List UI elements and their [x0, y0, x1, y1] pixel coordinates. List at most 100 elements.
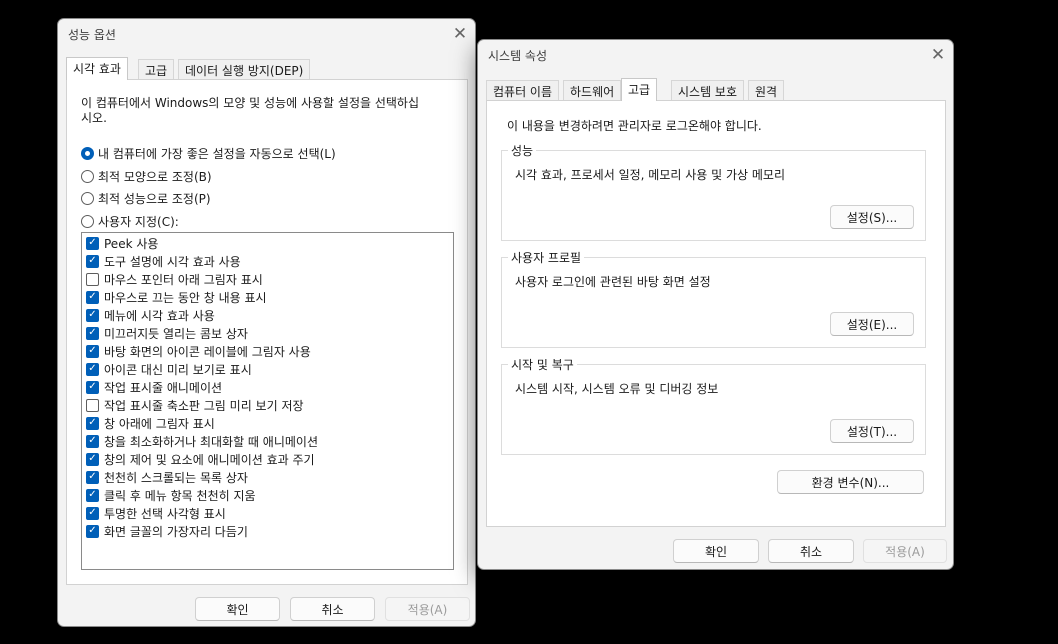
close-icon[interactable]: ✕ — [447, 21, 473, 47]
effect-checkbox[interactable]: ✓ — [86, 326, 99, 340]
user-profile-settings-button[interactable]: 설정(E)... — [830, 312, 914, 336]
effect-checkbox[interactable]: ✓ — [86, 488, 99, 502]
user-profile-group-label: 사용자 프로필 — [508, 249, 585, 266]
effect-label: 창 아래에 그림자 표시 — [104, 416, 215, 431]
effect-checkbox[interactable]: ✓ — [86, 416, 99, 430]
effect-label: Peek 사용 — [104, 236, 159, 251]
effect-label: 미끄러지듯 열리는 콤보 상자 — [104, 326, 248, 341]
effect-checkbox[interactable] — [86, 398, 99, 412]
effect-checkbox[interactable]: ✓ — [86, 434, 99, 448]
perf-titlebar: 성능 옵션 ✕ — [58, 19, 475, 49]
effect-checkbox[interactable]: ✓ — [86, 506, 99, 520]
radio-best-appearance[interactable]: 최적 모양으로 조정(B) — [81, 168, 212, 185]
radio-best-performance[interactable]: 최적 성능으로 조정(P) — [81, 190, 211, 207]
radio-indicator[interactable] — [81, 192, 94, 205]
effect-checkbox[interactable]: ✓ — [86, 236, 99, 250]
perf-intro-line2: 시오. — [81, 111, 107, 125]
radio-indicator[interactable] — [81, 147, 94, 160]
startup-recovery-group-label: 시작 및 복구 — [508, 356, 577, 373]
performance-group-label: 성능 — [508, 142, 537, 159]
startup-recovery-desc: 시스템 시작, 시스템 오류 및 디버깅 정보 — [515, 382, 719, 396]
effect-list-item[interactable]: ✓ 투명한 선택 사각형 표시 — [86, 504, 226, 522]
tab-system-protection[interactable]: 시스템 보호 — [671, 80, 745, 100]
performance-desc: 시각 효과, 프로세서 일정, 메모리 사용 및 가상 메모리 — [515, 168, 785, 182]
tab-hardware[interactable]: 하드웨어 — [563, 80, 622, 100]
effect-list-item[interactable]: 마우스 포인터 아래 그림자 표시 — [86, 270, 263, 288]
tab-visual-effects[interactable]: 시각 효과 — [66, 57, 128, 80]
effect-checkbox[interactable]: ✓ — [86, 380, 99, 394]
radio-indicator[interactable] — [81, 170, 94, 183]
effect-label: 아이콘 대신 미리 보기로 표시 — [104, 362, 252, 377]
effect-checkbox[interactable]: ✓ — [86, 308, 99, 322]
effect-label: 작업 표시줄 축소판 그림 미리 보기 저장 — [104, 398, 304, 413]
startup-recovery-settings-button[interactable]: 설정(T)... — [830, 419, 914, 443]
effect-checkbox[interactable]: ✓ — [86, 290, 99, 304]
perf-ok-button[interactable]: 확인 — [195, 597, 280, 621]
effect-list-item[interactable]: ✓ 화면 글꼴의 가장자리 다듬기 — [86, 522, 248, 540]
check-icon: ✓ — [88, 309, 97, 320]
effect-list-item[interactable]: ✓ 클릭 후 메뉴 항목 천천히 지움 — [86, 486, 256, 504]
check-icon: ✓ — [88, 525, 97, 536]
effect-checkbox[interactable]: ✓ — [86, 362, 99, 376]
radio-auto-best[interactable]: 내 컴퓨터에 가장 좋은 설정을 자동으로 선택(L) — [81, 145, 336, 162]
effect-list-item[interactable]: ✓ 메뉴에 시각 효과 사용 — [86, 306, 215, 324]
effect-list-item[interactable]: ✓ 마우스로 끄는 동안 창 내용 표시 — [86, 288, 267, 306]
perf-visual-effects-panel: 이 컴퓨터에서 Windows의 모양 및 성능에 사용할 설정을 선택하십 시… — [66, 79, 468, 585]
effect-label: 바탕 화면의 아이콘 레이블에 그림자 사용 — [104, 344, 311, 359]
effect-checkbox[interactable]: ✓ — [86, 524, 99, 538]
tab-advanced[interactable]: 고급 — [621, 78, 658, 101]
perf-window-title: 성능 옵션 — [68, 28, 116, 42]
effect-list-item[interactable]: ✓ 창 아래에 그림자 표시 — [86, 414, 215, 432]
effect-label: 투명한 선택 사각형 표시 — [104, 506, 226, 521]
effect-list-item[interactable]: ✓ 미끄러지듯 열리는 콤보 상자 — [86, 324, 248, 342]
effect-label: 메뉴에 시각 효과 사용 — [104, 308, 215, 323]
radio-custom[interactable]: 사용자 지정(C): — [81, 213, 179, 230]
effect-checkbox[interactable]: ✓ — [86, 254, 99, 268]
effect-checkbox[interactable] — [86, 272, 99, 286]
tab-remote[interactable]: 원격 — [748, 80, 785, 100]
effect-list-item[interactable]: ✓ 천천히 스크롤되는 목록 상자 — [86, 468, 248, 486]
radio-label: 내 컴퓨터에 가장 좋은 설정을 자동으로 선택(L) — [98, 147, 336, 161]
tab-computer-name[interactable]: 컴퓨터 이름 — [486, 80, 560, 100]
check-icon: ✓ — [88, 363, 97, 374]
effect-label: 창의 제어 및 요소에 애니메이션 효과 주기 — [104, 452, 315, 467]
effect-list-item[interactable]: ✓ Peek 사용 — [86, 234, 158, 252]
user-profile-group: 사용자 프로필 사용자 로그인에 관련된 바탕 화면 설정 설정(E)... — [501, 249, 926, 348]
admin-note: 이 내용을 변경하려면 관리자로 로그온해야 합니다. — [507, 119, 762, 133]
radio-label: 최적 모양으로 조정(B) — [98, 170, 212, 184]
effect-label: 마우스 포인터 아래 그림자 표시 — [104, 272, 263, 287]
effect-list-item[interactable]: ✓ 도구 설명에 시각 효과 사용 — [86, 252, 241, 270]
check-icon: ✓ — [88, 381, 97, 392]
effect-checkbox[interactable]: ✓ — [86, 344, 99, 358]
tab-advanced[interactable]: 고급 — [138, 59, 175, 79]
visual-effects-list[interactable]: ✓ Peek 사용 ✓ 도구 설명에 시각 효과 사용마우스 포인터 아래 그림자 표… — [81, 232, 454, 570]
effect-checkbox[interactable]: ✓ — [86, 470, 99, 484]
effect-list-item[interactable]: ✓ 바탕 화면의 아이콘 레이블에 그림자 사용 — [86, 342, 311, 360]
effect-checkbox[interactable]: ✓ — [86, 452, 99, 466]
sys-cancel-button[interactable]: 취소 — [768, 539, 854, 563]
sys-apply-button[interactable]: 적용(A) — [863, 539, 947, 563]
check-icon: ✓ — [88, 345, 97, 356]
perf-apply-button[interactable]: 적용(A) — [385, 597, 470, 621]
effect-label: 작업 표시줄 애니메이션 — [104, 380, 223, 395]
sys-tabs: 컴퓨터 이름 하드웨어 고급 시스템 보호 원격 — [486, 78, 946, 101]
effect-list-item[interactable]: ✓ 작업 표시줄 애니메이션 — [86, 378, 222, 396]
effect-list-item[interactable]: ✓ 창을 최소화하거나 최대화할 때 애니메이션 — [86, 432, 318, 450]
performance-settings-button[interactable]: 설정(S)... — [830, 205, 914, 229]
check-icon: ✓ — [88, 237, 97, 248]
close-icon[interactable]: ✕ — [925, 42, 951, 68]
effect-list-item[interactable]: 작업 표시줄 축소판 그림 미리 보기 저장 — [86, 396, 304, 414]
radio-indicator[interactable] — [81, 215, 94, 228]
sys-ok-button[interactable]: 확인 — [673, 539, 759, 563]
check-icon: ✓ — [88, 255, 97, 266]
effect-label: 창을 최소화하거나 최대화할 때 애니메이션 — [104, 434, 318, 449]
performance-options-window: 성능 옵션 ✕ 시각 효과 고급 데이터 실행 방지(DEP) 이 컴퓨터에서 … — [57, 18, 476, 627]
environment-variables-button[interactable]: 환경 변수(N)... — [777, 470, 924, 494]
system-properties-window: 시스템 속성 ✕ 컴퓨터 이름 하드웨어 고급 시스템 보호 원격 이 내용을 … — [477, 39, 954, 570]
check-icon: ✓ — [88, 471, 97, 482]
effect-list-item[interactable]: ✓ 창의 제어 및 요소에 애니메이션 효과 주기 — [86, 450, 315, 468]
effect-list-item[interactable]: ✓ 아이콘 대신 미리 보기로 표시 — [86, 360, 252, 378]
perf-cancel-button[interactable]: 취소 — [290, 597, 375, 621]
perf-tabs: 시각 효과 고급 데이터 실행 방지(DEP) — [66, 57, 466, 80]
tab-dep[interactable]: 데이터 실행 방지(DEP) — [178, 59, 311, 79]
